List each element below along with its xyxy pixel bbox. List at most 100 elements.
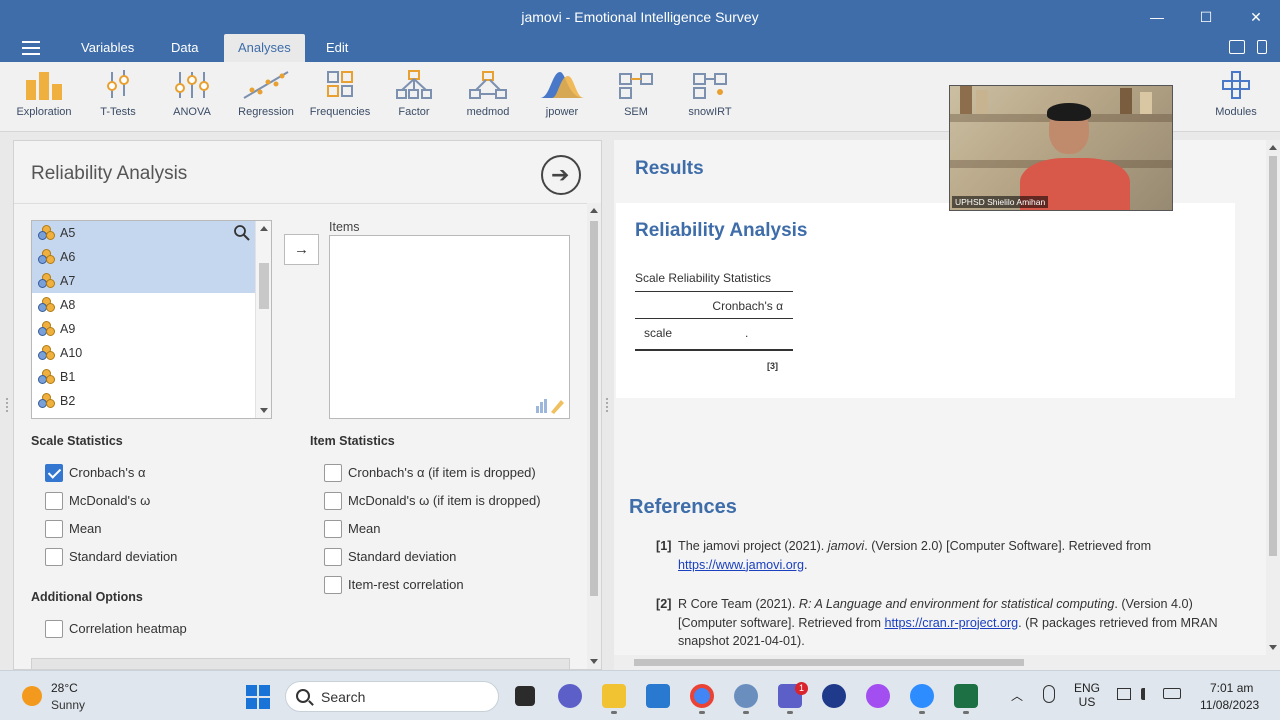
scroll-down-icon[interactable] bbox=[260, 408, 268, 413]
hamburger-menu-icon[interactable] bbox=[22, 41, 40, 55]
checkbox[interactable] bbox=[45, 620, 63, 638]
weather-temperature[interactable]: 28°C bbox=[51, 681, 78, 695]
reference-link[interactable]: https://www.jamovi.org bbox=[678, 558, 804, 572]
jpower-icon bbox=[540, 72, 584, 98]
checkbox-item-cronbach[interactable]: Cronbach's α (if item is dropped) bbox=[310, 463, 536, 483]
clock-date[interactable]: 11/08/2023 bbox=[1200, 698, 1259, 712]
store-icon[interactable] bbox=[646, 684, 670, 708]
ribbon-regression[interactable]: Regression bbox=[229, 70, 303, 126]
ribbon-label: Factor bbox=[398, 106, 430, 118]
panel-splitter-handle[interactable] bbox=[605, 398, 609, 414]
chrome-icon[interactable] bbox=[690, 684, 714, 708]
ribbon-label: Modules bbox=[1215, 106, 1257, 118]
chevron-up-icon[interactable]: ︿ bbox=[1011, 687, 1023, 704]
more-options-icon[interactable] bbox=[1257, 40, 1267, 54]
ribbon-factor[interactable]: Factor bbox=[377, 70, 451, 126]
teams-chat-icon[interactable] bbox=[558, 684, 582, 708]
checkbox-item-rest-correlation[interactable]: Item-rest correlation bbox=[310, 575, 464, 595]
scroll-up-icon[interactable] bbox=[1269, 145, 1277, 150]
results-card[interactable]: Reliability Analysis Scale Reliability S… bbox=[616, 203, 1235, 398]
list-item[interactable]: A9 bbox=[32, 317, 256, 341]
list-item[interactable]: A5 bbox=[32, 221, 256, 245]
checkbox-scale-sd[interactable]: Standard deviation bbox=[31, 547, 177, 567]
checkbox[interactable] bbox=[45, 548, 63, 566]
results-mode-icon[interactable] bbox=[1229, 40, 1245, 54]
results-horizontal-scrollbar[interactable] bbox=[614, 655, 1280, 670]
variable-list[interactable]: A5 A6 A7 A8 A9 A10 B1 B2 bbox=[31, 220, 272, 419]
sun-icon[interactable] bbox=[22, 686, 42, 706]
checkbox-scale-mean[interactable]: Mean bbox=[31, 519, 102, 539]
move-to-items-button[interactable]: → bbox=[284, 234, 319, 265]
reference-link[interactable]: https://cran.r-project.org bbox=[884, 616, 1018, 630]
checkbox[interactable] bbox=[45, 520, 63, 538]
continuous-variable-icon bbox=[38, 225, 55, 241]
ribbon-label: medmod bbox=[466, 106, 510, 118]
network-icon[interactable] bbox=[1117, 688, 1131, 700]
scroll-up-icon[interactable] bbox=[260, 226, 268, 231]
collapsed-section-header[interactable] bbox=[31, 658, 570, 669]
messenger-icon[interactable] bbox=[866, 684, 890, 708]
video-call-overlay[interactable]: UPHSD Shielilo Amihan bbox=[949, 85, 1173, 211]
ribbon-frequencies[interactable]: Frequencies bbox=[303, 70, 377, 126]
ribbon-jpower[interactable]: jpower bbox=[525, 70, 599, 126]
scroll-down-icon[interactable] bbox=[1269, 645, 1277, 650]
taskbar-search-input[interactable]: Search bbox=[285, 681, 499, 712]
list-item[interactable]: A8 bbox=[32, 293, 256, 317]
checkbox-item-sd[interactable]: Standard deviation bbox=[310, 547, 456, 567]
checkbox[interactable] bbox=[324, 464, 342, 482]
checkbox[interactable] bbox=[45, 492, 63, 510]
variable-list-scrollbar[interactable] bbox=[255, 221, 271, 418]
volume-icon[interactable] bbox=[1141, 688, 1153, 700]
checkbox[interactable] bbox=[45, 464, 63, 482]
tab-analyses[interactable]: Analyses bbox=[224, 34, 305, 62]
options-scrollbar[interactable] bbox=[587, 203, 601, 669]
list-item[interactable]: B1 bbox=[32, 365, 256, 389]
tab-data[interactable]: Data bbox=[157, 34, 212, 62]
checkbox-item-mean[interactable]: Mean bbox=[310, 519, 381, 539]
close-options-button[interactable]: ➔ bbox=[541, 155, 581, 195]
checkbox[interactable] bbox=[324, 520, 342, 538]
scroll-down-icon[interactable] bbox=[590, 659, 598, 664]
checkbox[interactable] bbox=[324, 548, 342, 566]
file-explorer-icon[interactable] bbox=[602, 684, 626, 708]
ribbon-modules[interactable]: Modules bbox=[1199, 70, 1273, 126]
ribbon-t-tests[interactable]: T-Tests bbox=[81, 70, 155, 126]
vimeo-icon[interactable] bbox=[822, 684, 846, 708]
task-view-icon[interactable] bbox=[515, 686, 535, 706]
checkbox-mcdonald-omega[interactable]: McDonald's ω bbox=[31, 491, 150, 511]
ribbon-snowirt[interactable]: snowIRT bbox=[673, 70, 747, 126]
zoom-icon[interactable] bbox=[910, 684, 934, 708]
checkbox[interactable] bbox=[324, 576, 342, 594]
close-button[interactable]: ✕ bbox=[1241, 6, 1271, 28]
checkbox-item-mcdonald[interactable]: McDonald's ω (if item is dropped) bbox=[310, 491, 541, 511]
results-scrollbar[interactable] bbox=[1266, 140, 1280, 655]
tab-variables[interactable]: Variables bbox=[67, 34, 148, 62]
list-item[interactable]: B2 bbox=[32, 389, 256, 413]
windows-start-icon[interactable] bbox=[246, 685, 270, 709]
ribbon-medmod[interactable]: medmod bbox=[451, 70, 525, 126]
maximize-button[interactable]: ☐ bbox=[1191, 6, 1221, 28]
ribbon-anova[interactable]: ANOVA bbox=[155, 70, 229, 126]
ribbon-sem[interactable]: SEM bbox=[599, 70, 673, 126]
checkbox-correlation-heatmap[interactable]: Correlation heatmap bbox=[31, 619, 187, 639]
search-icon[interactable] bbox=[233, 224, 251, 242]
panel-resize-handle[interactable] bbox=[5, 398, 9, 414]
ribbon-exploration[interactable]: Exploration bbox=[7, 70, 81, 126]
tab-edit[interactable]: Edit bbox=[312, 34, 362, 62]
checkbox[interactable] bbox=[324, 492, 342, 510]
list-item[interactable]: A6 bbox=[32, 245, 256, 269]
weather-description[interactable]: Sunny bbox=[51, 698, 85, 712]
network-app-icon[interactable] bbox=[734, 684, 758, 708]
items-drop-box[interactable] bbox=[329, 235, 570, 419]
list-item[interactable]: A7 bbox=[32, 269, 256, 293]
excel-icon[interactable] bbox=[954, 684, 978, 708]
microphone-icon[interactable] bbox=[1043, 685, 1055, 703]
language-indicator[interactable]: ENG US bbox=[1072, 681, 1102, 709]
list-item[interactable]: A10 bbox=[32, 341, 256, 365]
checkbox-cronbach-alpha[interactable]: Cronbach's α bbox=[31, 463, 145, 483]
battery-icon[interactable] bbox=[1163, 688, 1181, 699]
ribbon-label: Exploration bbox=[16, 106, 72, 118]
scroll-up-icon[interactable] bbox=[590, 208, 598, 213]
clock-time[interactable]: 7:01 am bbox=[1210, 681, 1253, 695]
minimize-button[interactable]: — bbox=[1142, 6, 1172, 28]
